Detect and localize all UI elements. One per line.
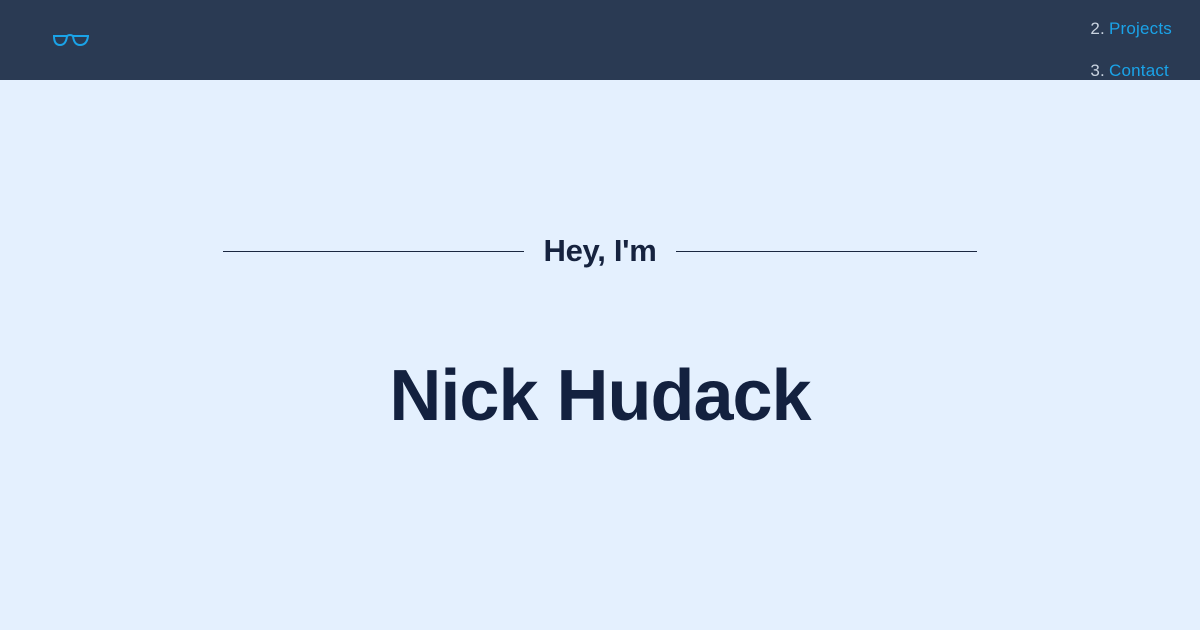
nav-item-projects: 2. Projects xyxy=(1090,18,1172,60)
glasses-icon xyxy=(53,34,89,47)
nav-link-contact[interactable]: Contact xyxy=(1109,61,1169,80)
nav-item-contact: 3. Contact xyxy=(1090,60,1172,102)
hero-section: Hey, I'm Nick Hudack xyxy=(0,80,1200,630)
nav-number: 3. xyxy=(1090,61,1105,80)
main-nav: 2. Projects 3. Contact xyxy=(1090,18,1172,102)
hero-name: Nick Hudack xyxy=(389,356,811,437)
nav-number: 2. xyxy=(1090,19,1105,38)
home-logo-link[interactable] xyxy=(52,33,90,49)
site-header: 2. Projects 3. Contact xyxy=(0,0,1200,80)
greeting-row: Hey, I'm xyxy=(223,230,978,272)
left-divider xyxy=(223,250,524,252)
right-divider xyxy=(676,250,978,252)
nav-link-projects[interactable]: Projects xyxy=(1109,19,1172,38)
greeting-text: Hey, I'm xyxy=(543,233,657,268)
